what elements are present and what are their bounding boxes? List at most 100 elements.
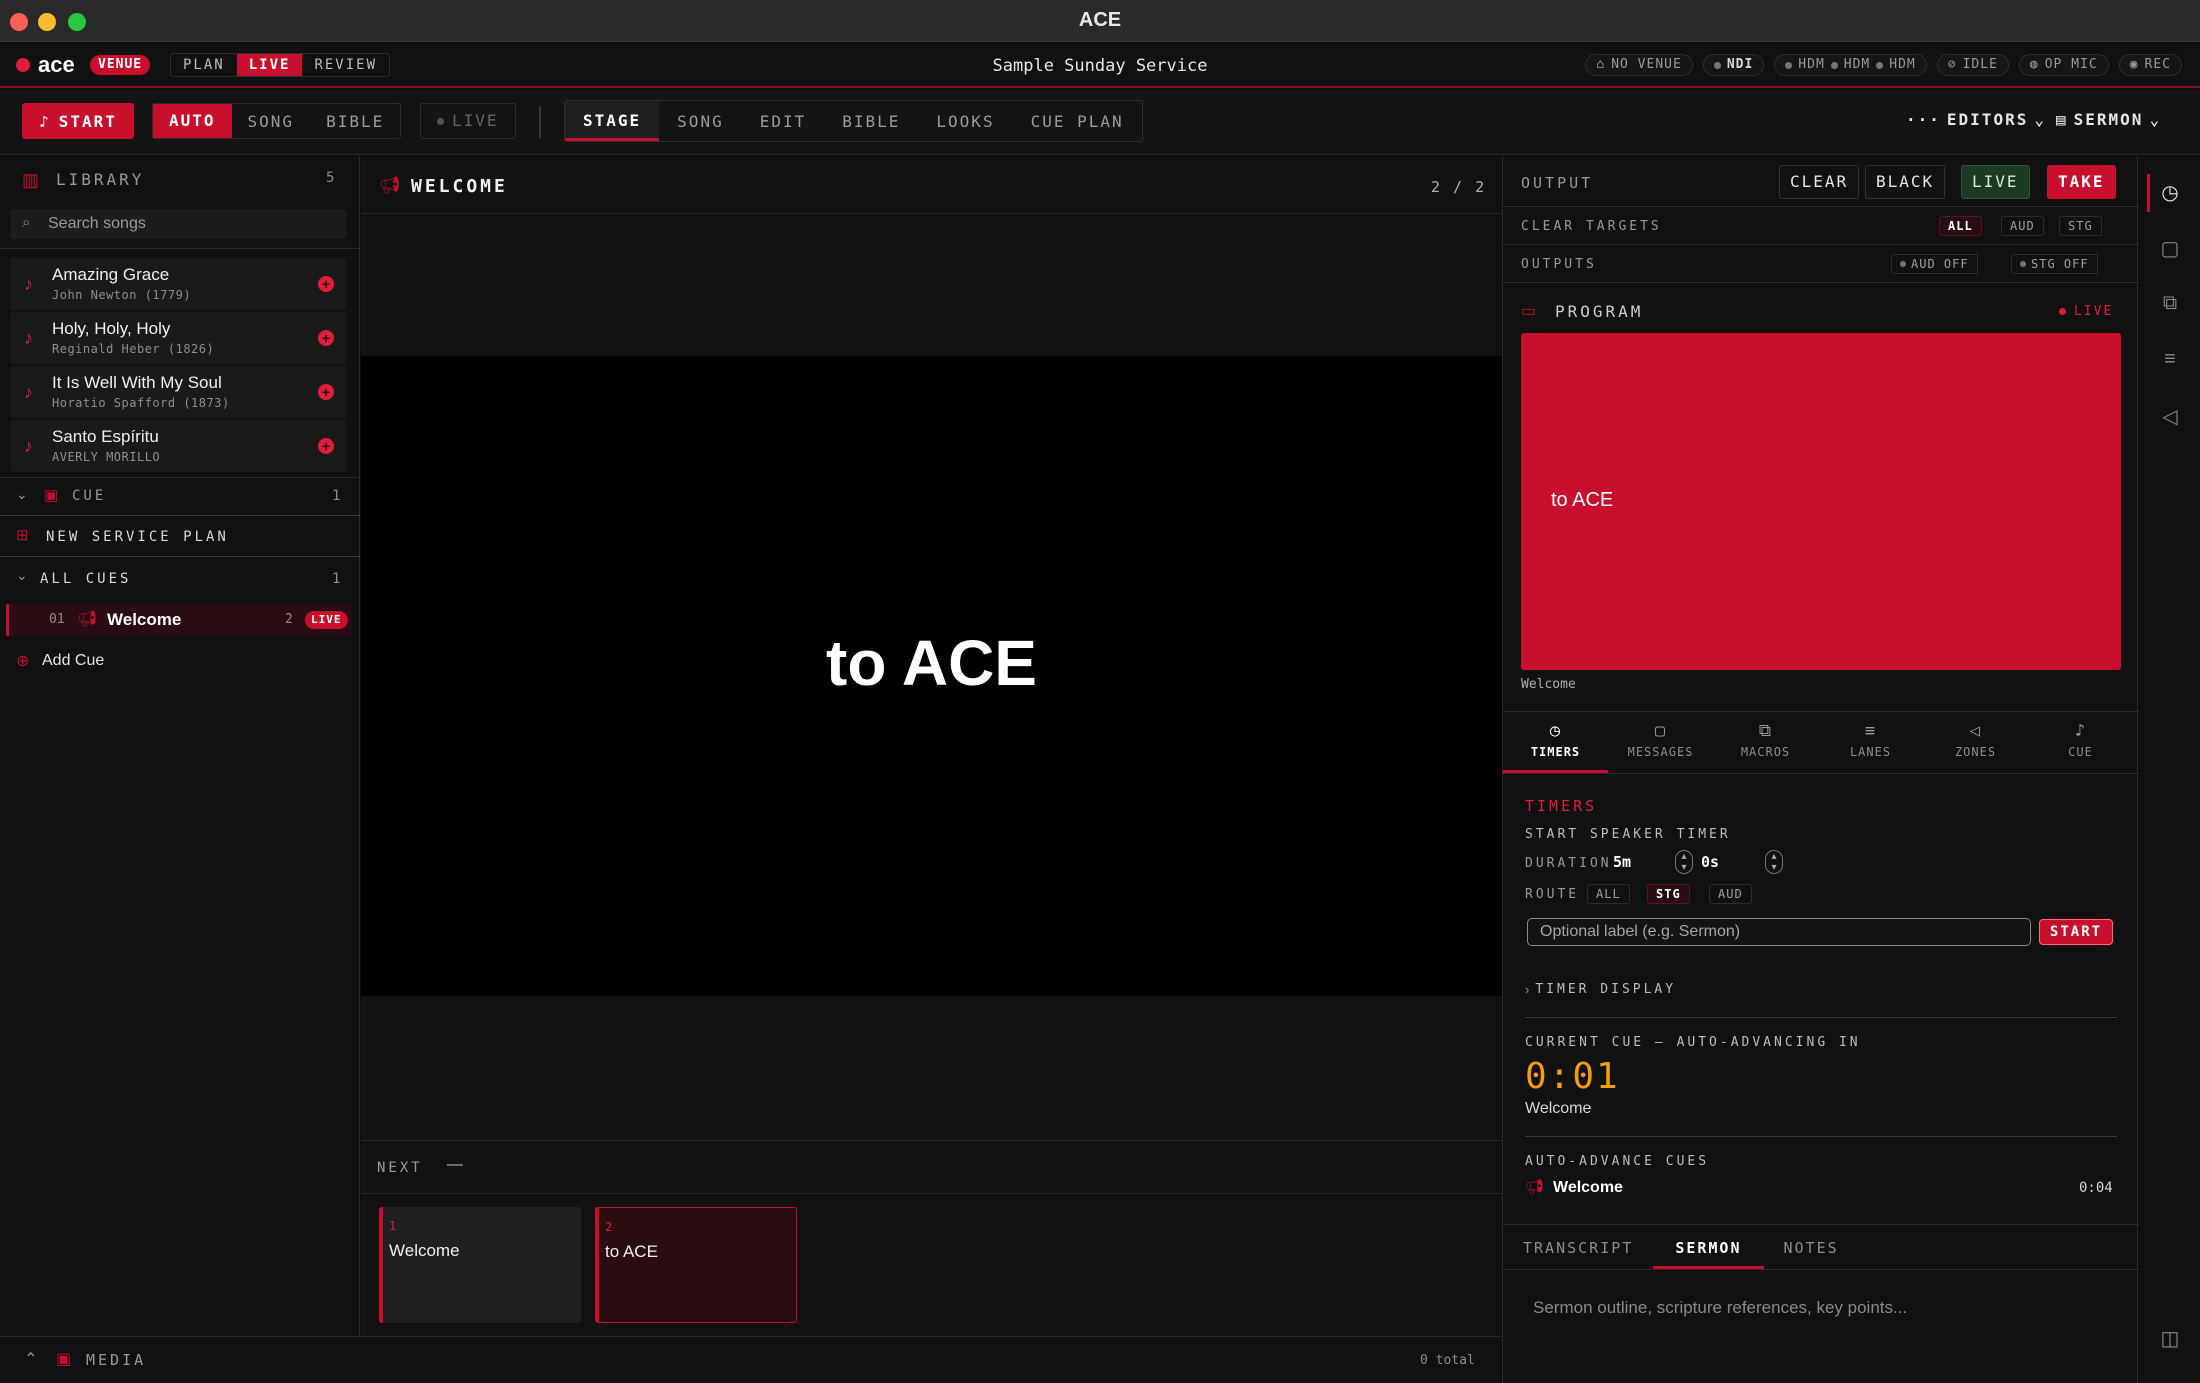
tab-edit[interactable]: EDIT	[742, 112, 825, 131]
tab-notes[interactable]: NOTES	[1764, 1225, 1859, 1269]
media-total: 0 total	[1420, 1353, 1475, 1368]
mode-plan[interactable]: PLAN	[171, 54, 237, 76]
clear-target-stg[interactable]: STG	[2059, 216, 2102, 236]
speaker-icon[interactable]: ◁	[2152, 404, 2188, 429]
route-label: ROUTE	[1525, 887, 1580, 902]
music-note-icon: ♪	[24, 274, 33, 294]
tab-cue-plan[interactable]: CUE PLAN	[1013, 112, 1142, 131]
cue-slide-count: 2	[285, 612, 293, 627]
tab-transcript[interactable]: TRANSCRIPT	[1503, 1225, 1653, 1269]
tab-looks[interactable]: LOOKS	[918, 112, 1012, 131]
song-author: John Newton (1779)	[52, 288, 192, 302]
macro-icon[interactable]: ⧉	[2152, 292, 2188, 315]
live-button[interactable]: LIVE	[1961, 165, 2030, 199]
cue-item-welcome[interactable]: 01 📢︎ Welcome 2 LIVE	[6, 604, 352, 636]
tab-bible[interactable]: BIBLE	[824, 112, 918, 131]
panel-toggle-icon[interactable]: ◫	[2152, 1326, 2188, 1351]
all-cues-header[interactable]: ⌄ ALL CUES 1	[0, 562, 360, 596]
op-mic-status[interactable]: ◍ OP MIC	[2018, 54, 2109, 76]
program-live-status: LIVE	[2059, 304, 2113, 319]
add-cue-button[interactable]: ⊕ Add Cue	[0, 646, 200, 676]
tab-lanes[interactable]: ≡ LANES	[1818, 721, 1923, 773]
rail-active-indicator	[2147, 174, 2150, 212]
sermon-menu[interactable]: ▤ SERMON ⌄	[2056, 110, 2161, 129]
tab-zones[interactable]: ◁ ZONES	[1923, 721, 2028, 773]
song-title: Amazing Grace	[52, 265, 170, 284]
tab-song[interactable]: SONG	[659, 112, 742, 131]
stg-output-toggle[interactable]: STG OFF	[2011, 254, 2098, 274]
minutes-stepper[interactable]: ▴ ▾	[1675, 850, 1693, 874]
song-item[interactable]: ♪ Holy, Holy, Holy Reginald Heber (1826)…	[10, 312, 346, 364]
source-song[interactable]: SONG	[232, 112, 311, 131]
song-author: Reginald Heber (1826)	[52, 342, 215, 356]
route-aud[interactable]: AUD	[1709, 884, 1752, 904]
start-timer-button[interactable]: START	[2039, 919, 2113, 945]
aud-output-toggle[interactable]: AUD OFF	[1891, 254, 1978, 274]
search-box[interactable]: ⌕ Search songs	[10, 209, 346, 239]
sliders-icon[interactable]: ≡	[2152, 348, 2188, 371]
tab-timers[interactable]: ◷ TIMERS	[1503, 721, 1608, 773]
tab-messages[interactable]: ▢ MESSAGES	[1608, 721, 1713, 773]
sermon-notes-input[interactable]: Sermon outline, scripture references, ke…	[1533, 1298, 1907, 1318]
hdmi-status[interactable]: HDM HDM HDM	[1774, 54, 1927, 76]
clear-target-aud[interactable]: AUD	[2001, 216, 2044, 236]
add-song-icon[interactable]: +	[318, 276, 334, 292]
song-item[interactable]: ♪ Santo Espíritu AVERLY MORILLO +	[10, 420, 346, 472]
idle-status[interactable]: ⊘ IDLE	[1936, 54, 2009, 76]
venue-status[interactable]: ⌂ NO VENUE	[1585, 54, 1693, 76]
timer-display-toggle[interactable]: › TIMER DISPLAY	[1525, 982, 1676, 997]
timer-icon[interactable]: ◷	[2152, 180, 2188, 205]
divider	[1503, 282, 2139, 283]
clear-button[interactable]: CLEAR	[1779, 165, 1860, 199]
auto-advance-item[interactable]: 📢︎ Welcome 0:04	[1525, 1176, 2117, 1202]
duration-minutes-input[interactable]: 5m	[1613, 853, 1631, 871]
stage-preview[interactable]: to ACE	[361, 356, 1502, 996]
rec-status[interactable]: ◉ REC	[2118, 54, 2182, 76]
take-button[interactable]: TAKE	[2047, 165, 2116, 199]
source-bible[interactable]: BIBLE	[310, 112, 400, 131]
top-nav: ace VENUE PLAN LIVE REVIEW Sample Sunday…	[0, 43, 2200, 88]
seconds-stepper[interactable]: ▴ ▾	[1765, 850, 1783, 874]
cue-section-header[interactable]: ⌄ ▣ CUE 1	[0, 478, 360, 514]
slide-thumb[interactable]: 1 Welcome	[379, 1207, 581, 1323]
tab-sermon[interactable]: SERMON	[1653, 1225, 1764, 1269]
timer-label-placeholder: Optional label (e.g. Sermon)	[1540, 923, 1741, 940]
tab-macros[interactable]: ⧉ MACROS	[1713, 721, 1818, 773]
song-item[interactable]: ♪ It Is Well With My Soul Horatio Spaffo…	[10, 366, 346, 418]
program-preview[interactable]: to ACE	[1521, 333, 2121, 670]
mode-review[interactable]: REVIEW	[302, 54, 389, 76]
route-stg[interactable]: STG	[1647, 884, 1690, 904]
slide-text: to ACE	[605, 1242, 658, 1261]
add-song-icon[interactable]: +	[318, 330, 334, 346]
black-button[interactable]: BLACK	[1865, 165, 1946, 199]
start-button[interactable]: ♪ START	[22, 103, 134, 139]
clear-target-all[interactable]: ALL	[1939, 216, 1982, 236]
timer-label-input[interactable]: Optional label (e.g. Sermon)	[1527, 918, 2031, 946]
output-panel: OUTPUT CLEAR BLACK LIVE TAKE CLEAR TARGE…	[1502, 156, 2139, 1383]
tab-cue[interactable]: ♪ CUE	[2028, 721, 2133, 773]
new-service-plan-button[interactable]: ⊞ NEW SERVICE PLAN	[0, 518, 360, 554]
auto-advance-time: 0:04	[2079, 1180, 2113, 1196]
media-bar[interactable]: ⌃ ▣ MEDIA 0 total	[0, 1336, 1502, 1383]
add-song-icon[interactable]: +	[318, 438, 334, 454]
editors-menu[interactable]: ··· EDITORS ⌄	[1906, 110, 2046, 129]
chevron-down-icon: ⌄	[16, 486, 28, 502]
live-toggle[interactable]: LIVE	[420, 103, 516, 139]
source-auto[interactable]: AUTO	[153, 104, 232, 138]
add-song-icon[interactable]: +	[318, 384, 334, 400]
mode-live[interactable]: LIVE	[236, 54, 303, 76]
ndi-dot-icon	[1713, 61, 1721, 69]
venue-badge[interactable]: VENUE	[90, 55, 151, 75]
search-input[interactable]: Search songs	[48, 215, 146, 233]
record-icon: ◉	[2129, 57, 2139, 72]
divider	[1503, 206, 2139, 207]
route-all[interactable]: ALL	[1587, 884, 1630, 904]
message-icon[interactable]: ▢	[2152, 236, 2188, 261]
slide-thumb-active[interactable]: 2 to ACE	[595, 1207, 797, 1323]
hdm-dot-icon	[1785, 61, 1793, 69]
tab-stage[interactable]: STAGE	[565, 101, 660, 141]
song-item[interactable]: ♪ Amazing Grace John Newton (1779) +	[10, 258, 346, 310]
duration-seconds-input[interactable]: 0s	[1701, 853, 1719, 871]
ndi-status[interactable]: NDI	[1702, 54, 1765, 76]
song-author: AVERLY MORILLO	[52, 450, 161, 464]
